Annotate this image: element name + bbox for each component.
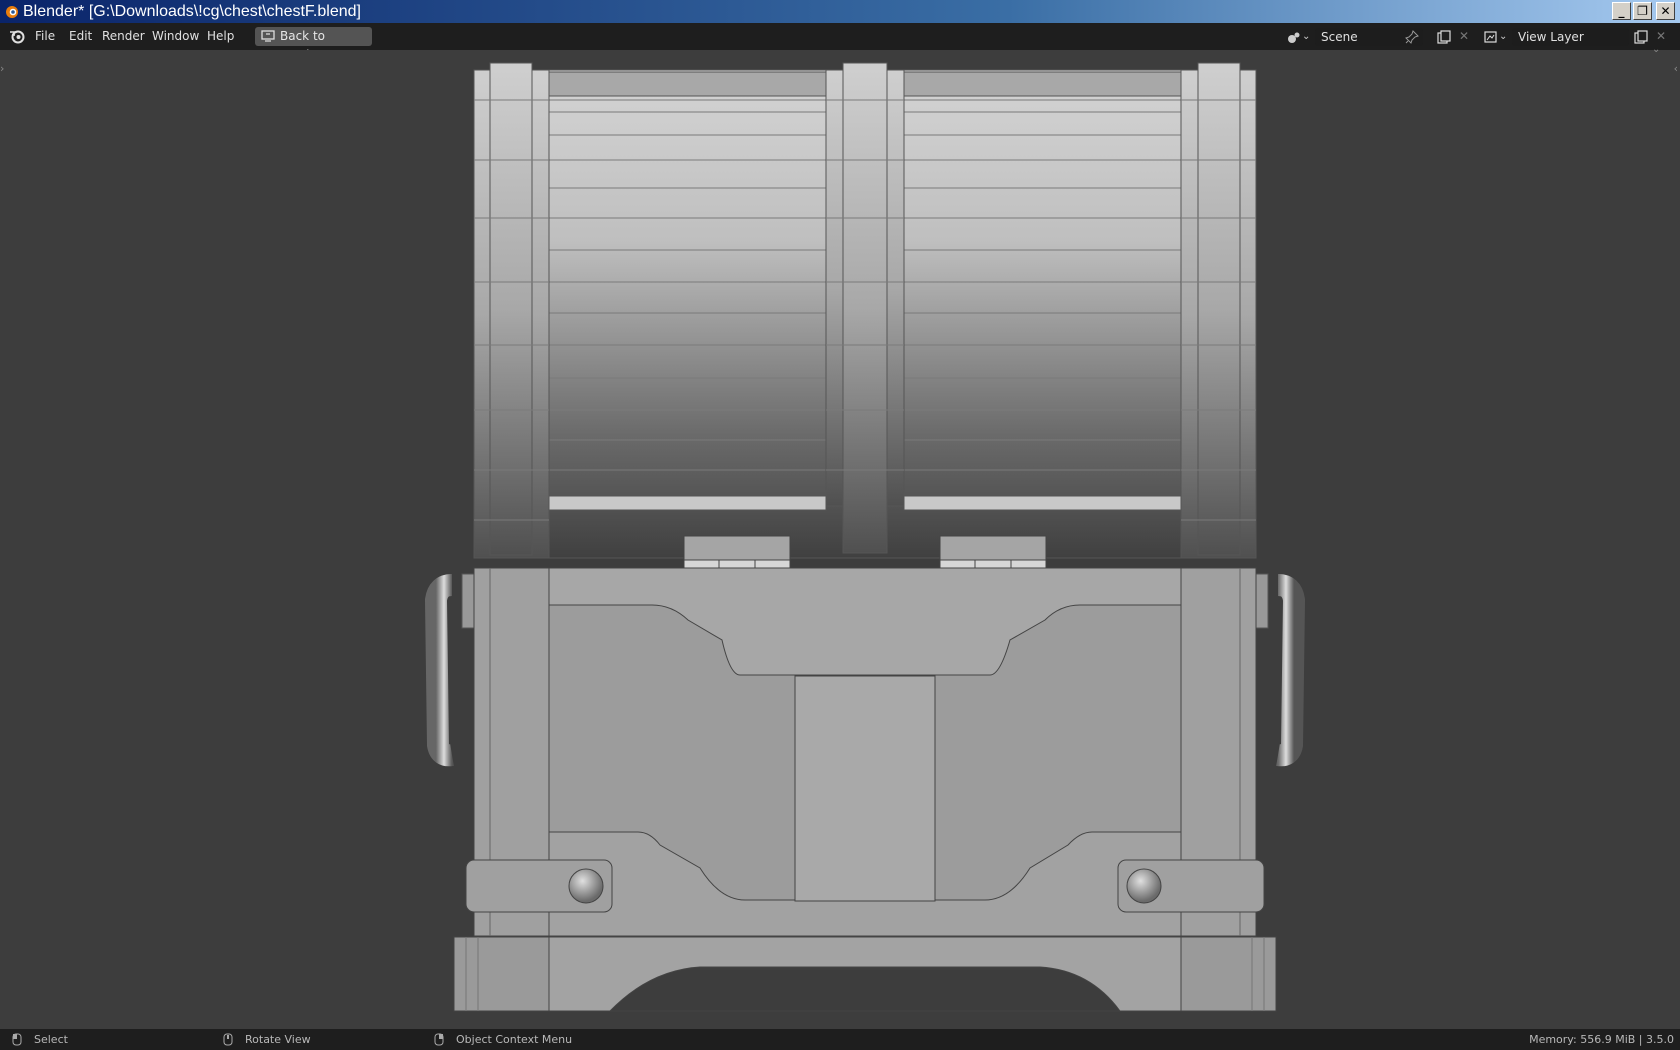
status-context-menu: Object Context Menu — [456, 1033, 573, 1046]
chest-body — [465, 567, 1265, 937]
top-bar: File Edit Render Window Help Back to Pre… — [0, 23, 1680, 62]
new-view-layer-icon[interactable] — [1634, 30, 1648, 44]
scene-dropdown-chevron-icon[interactable]: ⌄ — [1302, 30, 1316, 44]
menu-render[interactable]: Render — [102, 23, 145, 50]
view-layer-icon[interactable] — [1484, 30, 1498, 44]
new-scene-icon[interactable] — [1437, 30, 1451, 44]
3d-viewport[interactable]: › ‹ ⌄ — [0, 44, 1680, 1029]
pin-icon[interactable] — [1405, 30, 1419, 44]
window-titlebar: Blender* [G:\Downloads\!cg\chest\chestF.… — [0, 0, 1680, 23]
status-rotate-view: Rotate View — [245, 1033, 311, 1046]
scene-icon[interactable] — [1287, 30, 1301, 44]
status-memory: Memory: 556.9 MiB | 3.5.0 — [1529, 1033, 1674, 1046]
menu-edit[interactable]: Edit — [69, 23, 92, 50]
chest-model — [424, 62, 1306, 1012]
minimize-button[interactable]: _ — [1612, 2, 1631, 20]
restore-button[interactable]: ❐ — [1633, 2, 1652, 20]
menu-help[interactable]: Help — [207, 23, 234, 50]
blender-logo-icon — [6, 6, 18, 18]
menu-window[interactable]: Window — [152, 23, 199, 50]
menu-file[interactable]: File — [35, 23, 55, 50]
chest-base — [453, 936, 1277, 1012]
status-bar: Select Rotate View Object Context Menu M… — [0, 1029, 1680, 1050]
view-layer-field[interactable]: View Layer — [1512, 28, 1629, 46]
close-window-button[interactable]: ✕ — [1656, 2, 1675, 20]
screen-icon — [261, 30, 275, 42]
mouse-middle-icon — [223, 1033, 233, 1046]
status-select: Select — [34, 1033, 68, 1046]
delete-scene-icon[interactable]: ✕ — [1459, 29, 1473, 43]
mouse-right-icon — [434, 1033, 444, 1046]
window-title: Blender* [G:\Downloads\!cg\chest\chestF.… — [23, 3, 361, 20]
scene-field[interactable]: Scene — [1315, 28, 1423, 46]
view-layer-name: View Layer — [1518, 30, 1584, 44]
mouse-left-icon — [12, 1033, 22, 1046]
back-to-previous-button[interactable]: Back to Previous — [255, 27, 372, 62]
scene-name: Scene — [1321, 30, 1358, 44]
view-layer-dropdown-chevron-icon[interactable]: ⌄ — [1499, 30, 1513, 44]
delete-view-layer-icon[interactable]: ✕ — [1656, 29, 1670, 43]
blender-menu-icon[interactable] — [9, 29, 26, 44]
chest-lid — [473, 62, 1257, 559]
